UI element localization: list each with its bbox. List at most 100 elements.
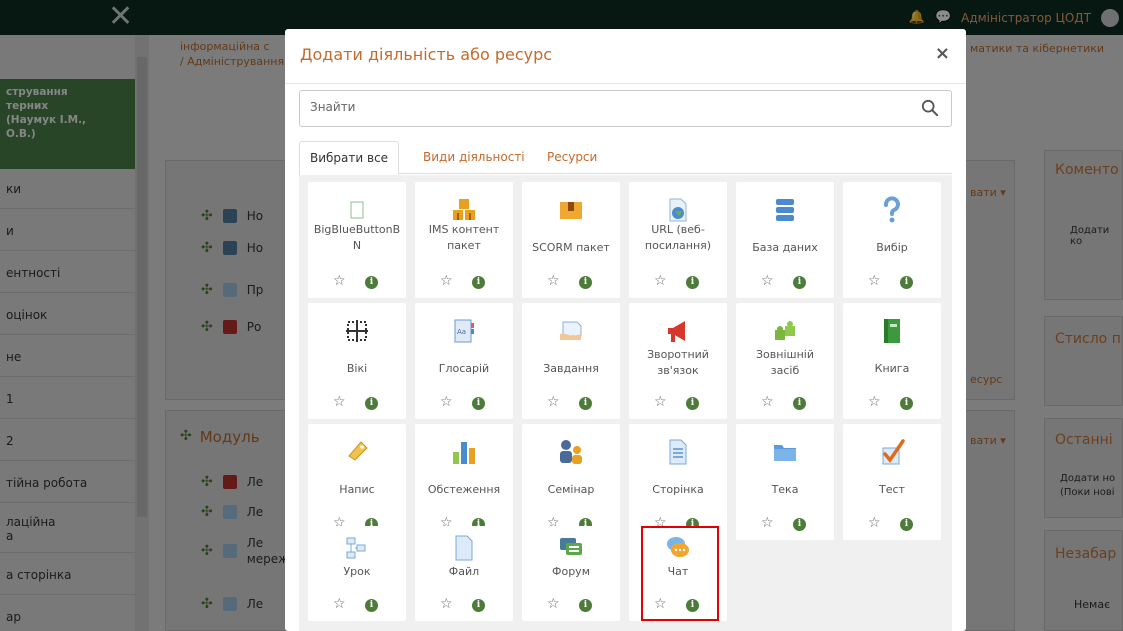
info-icon[interactable]: i	[472, 599, 485, 612]
tile-label: Зворотний зв'язок	[647, 348, 709, 377]
tile-url[interactable]: URL (веб- посилання) ☆ i	[629, 182, 727, 298]
tile-workshop[interactable]: Семінар ☆ i	[522, 424, 620, 540]
info-icon[interactable]: i	[793, 518, 806, 531]
tile-feedback[interactable]: Зворотний зв'язок ☆ i	[629, 303, 727, 419]
tile-label-resource[interactable]: Напис ☆ i	[308, 424, 406, 540]
activity-chooser-modal: Додати діяльність або ресурс × Вибрати в…	[285, 29, 966, 631]
close-icon[interactable]: ×	[935, 43, 950, 64]
tile-page[interactable]: Сторінка ☆ i	[629, 424, 727, 540]
star-icon[interactable]: ☆	[440, 395, 453, 409]
wiki-icon	[341, 315, 373, 347]
folder-icon	[769, 436, 801, 468]
tile-file[interactable]: Файл ☆ i	[415, 526, 513, 621]
label-tag-icon	[341, 436, 373, 468]
info-icon[interactable]: i	[472, 397, 485, 410]
glossary-icon: Aa	[448, 315, 480, 347]
info-icon[interactable]: i	[900, 518, 913, 531]
star-icon[interactable]: ☆	[654, 274, 667, 288]
search-input[interactable]	[310, 100, 890, 114]
info-icon[interactable]: i	[579, 276, 592, 289]
search-field[interactable]	[299, 90, 952, 127]
workshop-people-icon	[555, 436, 587, 468]
chat-highlight-box	[641, 526, 719, 621]
tile-choice[interactable]: Вибір ☆ i	[843, 182, 941, 298]
tile-assignment[interactable]: Завдання ☆ i	[522, 303, 620, 419]
tile-label: Зовнішній засіб	[756, 348, 814, 377]
tile-database[interactable]: База даних ☆ i	[736, 182, 834, 298]
star-icon[interactable]: ☆	[761, 395, 774, 409]
tile-scorm-package[interactable]: SCORM пакет ☆ i	[522, 182, 620, 298]
search-icon[interactable]	[921, 99, 939, 117]
star-icon[interactable]: ☆	[333, 395, 346, 409]
tile-wiki[interactable]: Вікі ☆ i	[308, 303, 406, 419]
star-icon[interactable]: ☆	[547, 597, 560, 611]
forum-icon	[555, 532, 587, 564]
choice-question-icon	[876, 194, 908, 226]
star-icon[interactable]: ☆	[440, 597, 453, 611]
tab-activities[interactable]: Види діяльності	[413, 141, 535, 174]
info-icon[interactable]: i	[579, 397, 592, 410]
star-icon[interactable]: ☆	[440, 274, 453, 288]
info-icon[interactable]: i	[900, 397, 913, 410]
tile-label: Вікі	[346, 362, 368, 375]
info-icon[interactable]: i	[686, 276, 699, 289]
star-icon[interactable]: ☆	[868, 274, 881, 288]
tile-lesson[interactable]: Урок ☆ i	[308, 526, 406, 621]
star-icon[interactable]: ☆	[868, 395, 881, 409]
tab-all[interactable]: Вибрати все	[299, 141, 400, 175]
star-icon[interactable]: ☆	[761, 516, 774, 530]
activity-grid: BigBlueButtonB N ☆ i IMS контент пакет ☆…	[299, 175, 952, 631]
survey-chart-icon	[448, 436, 480, 468]
tile-label: IMS контент пакет	[428, 223, 500, 252]
tile-label: Напис	[339, 483, 375, 496]
tile-label: Глосарій	[438, 362, 490, 375]
tile-label: URL (веб- посилання)	[644, 223, 712, 252]
star-icon[interactable]: ☆	[333, 597, 346, 611]
tile-external-tool[interactable]: Зовнішній засіб ☆ i	[736, 303, 834, 419]
tile-book[interactable]: Книга ☆ i	[843, 303, 941, 419]
tile-bigbluebutton[interactable]: BigBlueButtonB N ☆ i	[308, 182, 406, 298]
database-icon	[769, 194, 801, 226]
modal-title: Додати діяльність або ресурс	[300, 45, 553, 64]
svg-text:Aa: Aa	[457, 328, 466, 336]
tile-label: Форум	[552, 565, 590, 578]
feedback-megaphone-icon	[662, 315, 694, 347]
tab-resources[interactable]: Ресурси	[537, 141, 607, 174]
tile-label: SCORM пакет	[532, 241, 610, 254]
tile-label: Тека	[771, 483, 799, 496]
info-icon[interactable]: i	[686, 397, 699, 410]
star-icon[interactable]: ☆	[333, 274, 346, 288]
tile-folder[interactable]: Тека ☆ i	[736, 424, 834, 540]
tile-quiz[interactable]: Тест ☆ i	[843, 424, 941, 540]
info-icon[interactable]: i	[793, 276, 806, 289]
star-icon[interactable]: ☆	[868, 516, 881, 530]
info-icon[interactable]: i	[365, 397, 378, 410]
star-icon[interactable]: ☆	[547, 395, 560, 409]
external-tool-puzzle-icon	[769, 315, 801, 347]
star-icon[interactable]: ☆	[761, 274, 774, 288]
info-icon[interactable]: i	[900, 276, 913, 289]
tile-label: Сторінка	[652, 483, 704, 496]
file-icon	[448, 532, 480, 564]
tile-glossary[interactable]: Aa Глосарій ☆ i	[415, 303, 513, 419]
tab-bar: Вибрати все Види діяльності Ресурси	[299, 141, 952, 175]
star-icon[interactable]: ☆	[547, 274, 560, 288]
info-icon[interactable]: i	[472, 276, 485, 289]
star-icon[interactable]: ☆	[654, 395, 667, 409]
tile-survey[interactable]: Обстеження ☆ i	[415, 424, 513, 540]
page-icon	[662, 436, 694, 468]
info-icon[interactable]: i	[365, 599, 378, 612]
info-icon[interactable]: i	[579, 599, 592, 612]
tile-forum[interactable]: Форум ☆ i	[522, 526, 620, 621]
info-icon[interactable]: i	[365, 276, 378, 289]
tile-ims-package[interactable]: IMS контент пакет ☆ i	[415, 182, 513, 298]
lesson-icon	[341, 532, 373, 564]
book-icon	[876, 315, 908, 347]
modal-header: Додати діяльність або ресурс ×	[285, 29, 966, 84]
tile-label: Вибір	[876, 241, 908, 254]
info-icon[interactable]: i	[793, 397, 806, 410]
assignment-icon	[555, 315, 587, 347]
scorm-package-icon	[555, 194, 587, 226]
tile-label: Тест	[879, 483, 905, 496]
tile-label: Урок	[343, 565, 371, 578]
